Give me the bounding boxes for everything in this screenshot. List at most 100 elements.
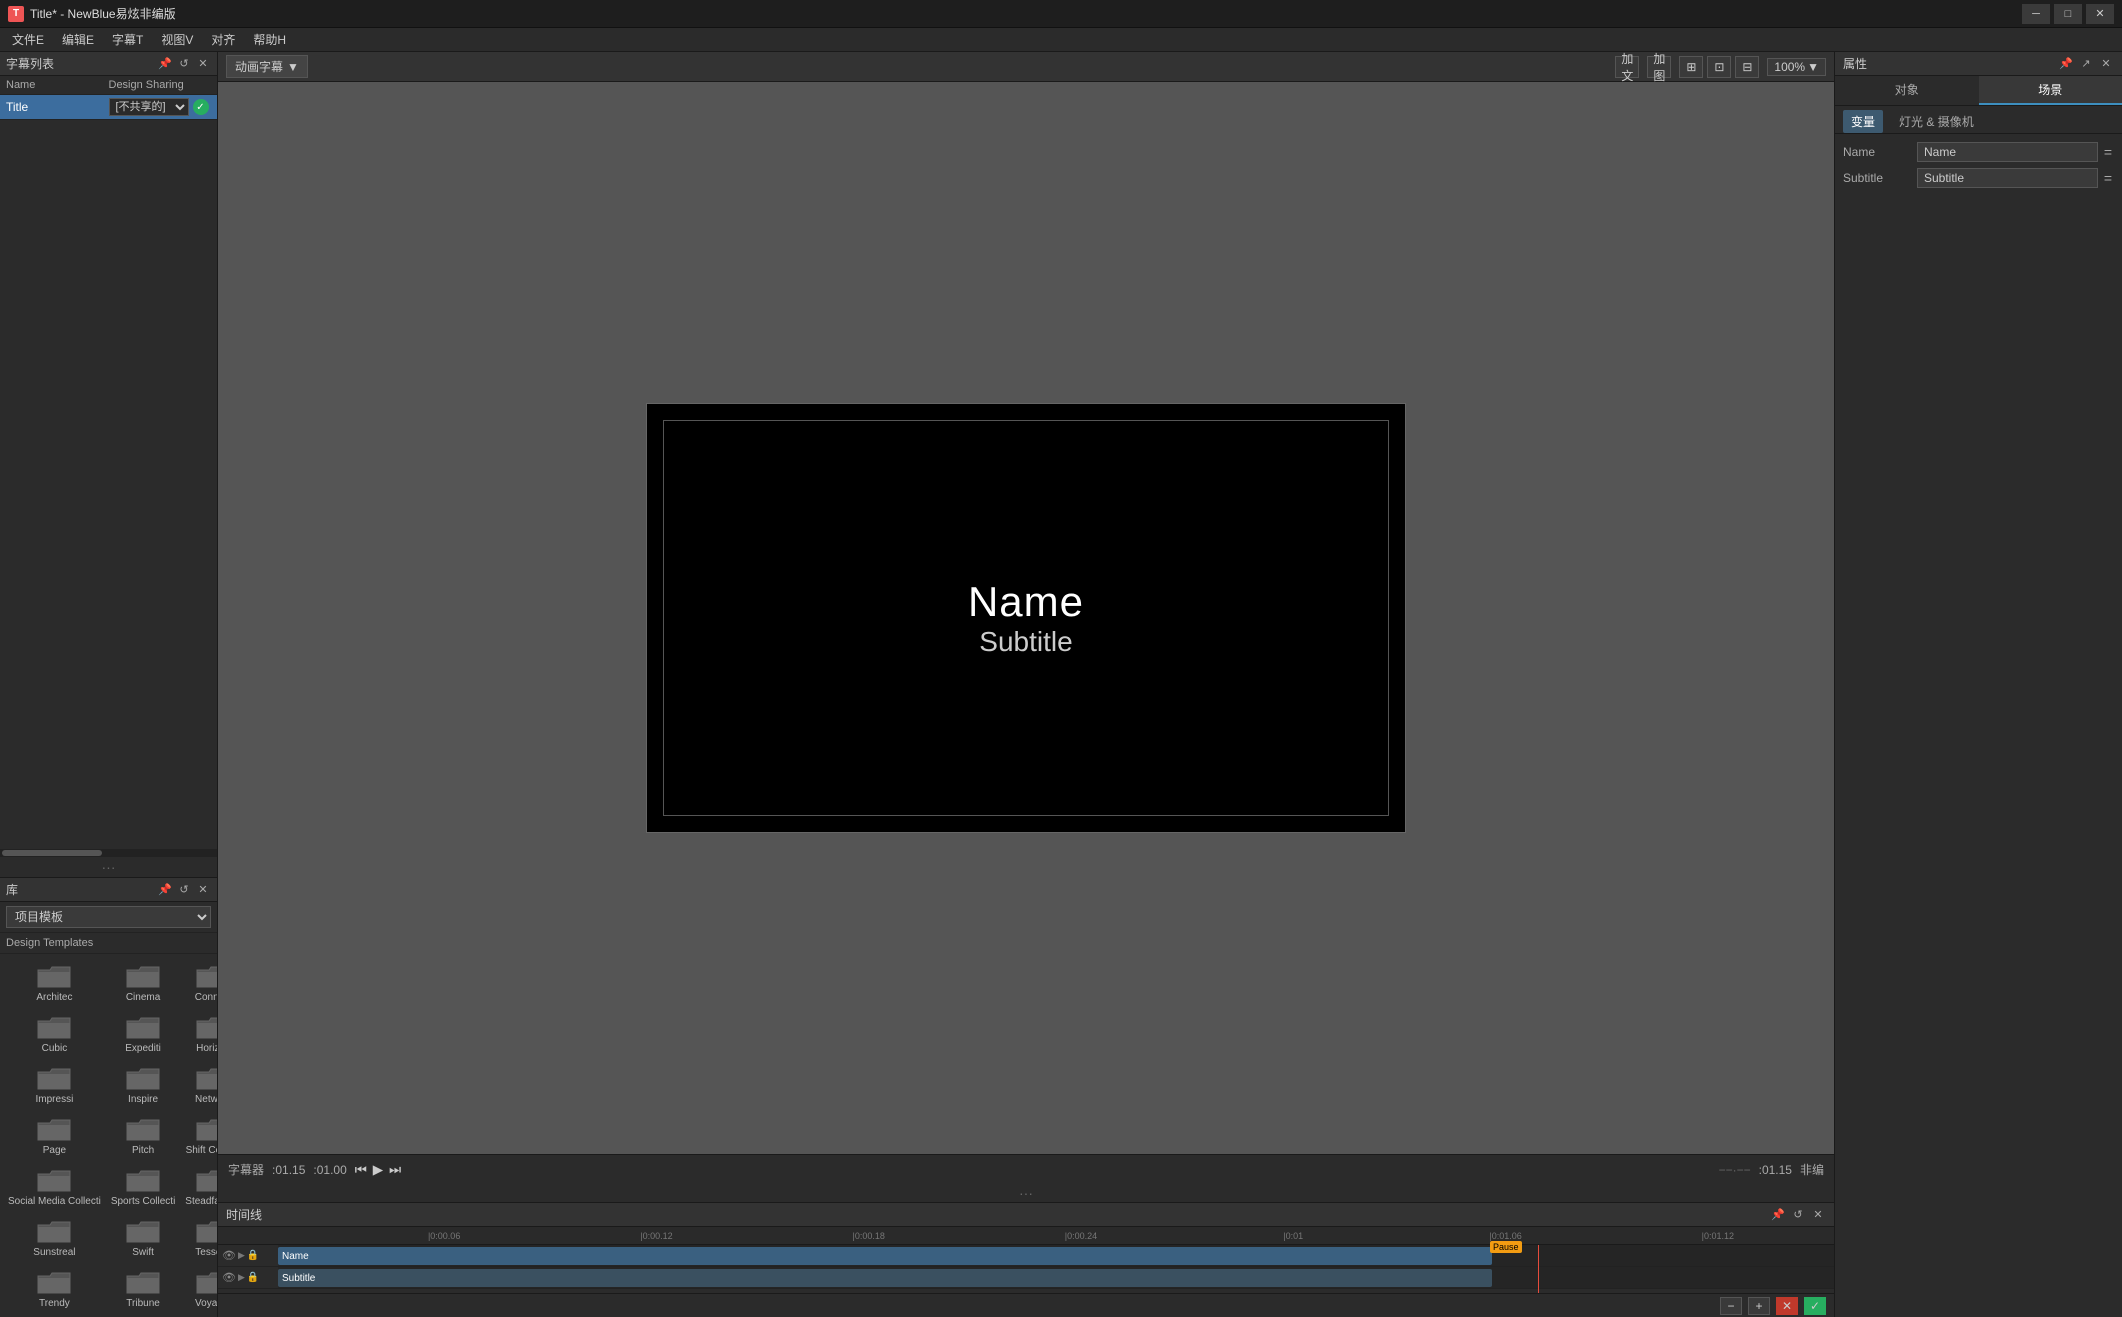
library-close-button[interactable]: ✕ [195, 882, 211, 898]
zoom-chevron: ▼ [1807, 60, 1819, 74]
template-item[interactable]: Impressi [4, 1060, 105, 1109]
maximize-button[interactable]: □ [2054, 4, 2082, 24]
add-text-button[interactable]: 添加文字+ [1615, 56, 1639, 78]
zoom-display[interactable]: 100% ▼ [1767, 58, 1826, 76]
timeline-close-button[interactable]: ✕ [1810, 1207, 1826, 1223]
template-name: Voyager [185, 1298, 217, 1309]
template-item[interactable]: Steadfas Vol [181, 1162, 217, 1211]
template-item[interactable]: Sunstreal [4, 1213, 105, 1262]
confirm-button[interactable]: ✓ [1804, 1297, 1826, 1315]
play-button[interactable]: ▶ [373, 1162, 383, 1178]
template-item[interactable]: Inspire [107, 1060, 179, 1109]
template-item[interactable]: Shift Collecti [181, 1111, 217, 1160]
timeline-ruler: |0:00.06 |0:00.12 |0:00.18 |0:00.24 |0:0… [218, 1227, 1834, 1245]
eye-icon-subtitle[interactable]: 👁 [222, 1271, 236, 1284]
timeline-pin-button[interactable]: 📌 [1770, 1207, 1786, 1223]
timeline-bottom-bar: − + ✕ ✓ [218, 1293, 1834, 1317]
template-item[interactable]: Social Media Collecti [4, 1162, 105, 1211]
preview-canvas[interactable]: Name Subtitle [218, 82, 1834, 1154]
library-refresh-button[interactable]: ↺ [176, 882, 192, 898]
tab-scene[interactable]: 场景 [1979, 76, 2122, 105]
zoom-in-button[interactable]: + [1748, 1297, 1770, 1315]
caption-row[interactable]: Title [不共享的] ✓ [0, 95, 217, 120]
library-pin-button[interactable]: 📌 [157, 882, 173, 898]
property-eq-name[interactable]: = [2102, 144, 2114, 160]
folder-icon [125, 1115, 161, 1143]
project-template-select[interactable]: 项目模板 [6, 906, 211, 928]
folder-icon [195, 1013, 217, 1041]
template-item[interactable]: Tribune [107, 1264, 179, 1313]
caption-close-button[interactable]: ✕ [195, 56, 211, 72]
menu-subtitle[interactable]: 字幕T [104, 29, 151, 50]
eye-icon-name[interactable]: 👁 [222, 1249, 236, 1262]
template-item[interactable]: Cubic [4, 1009, 105, 1058]
tab-object[interactable]: 对象 [1835, 76, 1979, 105]
subtab-variable[interactable]: 变量 [1843, 110, 1883, 133]
track-content-subtitle[interactable]: Subtitle [278, 1267, 1834, 1288]
skip-end-button[interactable]: ⏭ [389, 1162, 401, 1178]
preview-text-container: Name Subtitle [968, 578, 1084, 658]
minimize-button[interactable]: ─ [2022, 4, 2050, 24]
main-area: 字幕列表 📌 ↺ ✕ Name Design Sharing Title [不共… [0, 52, 2122, 1317]
folder-icon [36, 1013, 72, 1041]
property-label-subtitle: Subtitle [1843, 171, 1913, 185]
close-button[interactable]: ✕ [2086, 4, 2114, 24]
preview-mode-button[interactable]: 动画字幕 ▼ [226, 55, 308, 78]
folder-icon [125, 962, 161, 990]
right-panel-close-button[interactable]: ✕ [2098, 56, 2114, 72]
cancel-button[interactable]: ✕ [1776, 1297, 1798, 1315]
timeline-refresh-button[interactable]: ↺ [1790, 1207, 1806, 1223]
folder-svg [36, 1217, 72, 1245]
template-name: Tessella [185, 1247, 217, 1258]
menu-help[interactable]: 帮助H [245, 29, 294, 50]
start-time-display: :01.15 [272, 1163, 305, 1177]
add-shape-button[interactable]: 添加图形+ [1647, 56, 1671, 78]
template-item[interactable]: Sports Collecti [107, 1162, 179, 1211]
track-content-name[interactable]: Name [278, 1245, 1834, 1266]
property-eq-subtitle[interactable]: = [2102, 170, 2114, 186]
toolbar-btn-group: ⊞ ⊡ ⊟ [1679, 56, 1759, 78]
template-name: Connect [185, 992, 217, 1003]
fit-button[interactable]: ⊟ [1735, 56, 1759, 78]
caption-list-area [0, 120, 217, 849]
col-sharing-header: Design Sharing [109, 79, 212, 91]
track-clip-name[interactable]: Name [278, 1247, 1492, 1265]
caption-pin-button[interactable]: 📌 [157, 56, 173, 72]
template-item[interactable]: Horizon [181, 1009, 217, 1058]
template-item[interactable]: Expediti [107, 1009, 179, 1058]
zoom-out-button[interactable]: − [1720, 1297, 1742, 1315]
menu-align[interactable]: 对齐 [203, 29, 243, 50]
folder-icon [125, 1217, 161, 1245]
template-item[interactable]: Page [4, 1111, 105, 1160]
right-panel-expand-button[interactable]: ↗ [2078, 56, 2094, 72]
menu-view[interactable]: 视图V [153, 29, 201, 50]
folder-svg [195, 1166, 217, 1194]
template-item[interactable]: Trendy [4, 1264, 105, 1313]
template-item[interactable]: Connect [181, 958, 217, 1007]
template-item[interactable]: Swift [107, 1213, 179, 1262]
sharing-select[interactable]: [不共享的] [109, 98, 189, 116]
template-item[interactable]: Architec [4, 958, 105, 1007]
template-item[interactable]: Pitch [107, 1111, 179, 1160]
template-item[interactable]: Tessella [181, 1213, 217, 1262]
template-item[interactable]: Network [181, 1060, 217, 1109]
skip-start-button[interactable]: ⏮ [355, 1162, 367, 1178]
subtab-lighting[interactable]: 灯光 & 摄像机 [1891, 110, 1982, 133]
track-clip-subtitle[interactable]: Subtitle [278, 1269, 1492, 1287]
property-input-name[interactable] [1917, 142, 2098, 162]
template-name: Steadfas Vol [185, 1196, 217, 1207]
caption-refresh-button[interactable]: ↺ [176, 56, 192, 72]
template-item[interactable]: Voyager [181, 1264, 217, 1313]
folder-svg [125, 1115, 161, 1143]
property-input-subtitle[interactable] [1917, 168, 2098, 188]
center-area: 动画字幕 ▼ 添加文字+ 添加图形+ ⊞ ⊡ ⊟ 100% ▼ [218, 52, 1834, 1317]
caption-scroll-bar[interactable] [0, 849, 217, 857]
app-icon: T [8, 6, 24, 22]
menu-edit[interactable]: 编辑E [54, 29, 102, 50]
menu-file[interactable]: 文件E [4, 29, 52, 50]
grid-button[interactable]: ⊞ [1679, 56, 1703, 78]
template-item[interactable]: Cinema [107, 958, 179, 1007]
safe-zone-button[interactable]: ⊡ [1707, 56, 1731, 78]
preview-title-text: Name [968, 578, 1084, 626]
right-panel-pin-button[interactable]: 📌 [2058, 56, 2074, 72]
